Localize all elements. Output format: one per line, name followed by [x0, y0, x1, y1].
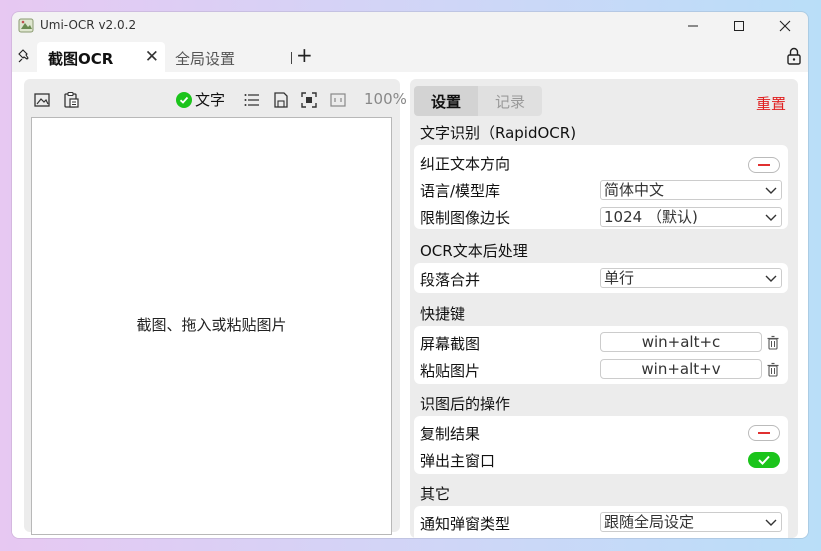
main-content: 文字 100% 截图、拖入或粘贴图片 设置 记录 重置 文字识别（RapidOC… — [12, 72, 808, 538]
app-icon — [18, 18, 34, 33]
select-paragraph-merge-value: 单行 — [604, 269, 635, 287]
chevron-down-icon — [765, 519, 777, 526]
toggle-copy-result[interactable] — [748, 425, 780, 441]
chevron-down-icon — [765, 214, 777, 221]
card-other: 通知弹窗类型 跟随全局设定 — [414, 506, 788, 538]
image-icon[interactable] — [33, 91, 51, 109]
toggle-correct-direction[interactable] — [748, 157, 780, 173]
tab-global-settings[interactable]: 全局设置 — [175, 48, 235, 69]
reset-button[interactable]: 重置 — [756, 93, 786, 114]
card-after-ocr: 复制结果 弹出主窗口 — [414, 416, 788, 474]
section-title-postprocess: OCR文本后处理 — [420, 242, 528, 260]
select-language-value: 简体中文 — [604, 181, 665, 199]
list-icon[interactable] — [243, 91, 261, 109]
close-icon — [779, 20, 791, 32]
row-label-copy-result: 复制结果 — [420, 425, 481, 443]
minimize-icon — [688, 25, 698, 27]
section-title-after-ocr: 识图后的操作 — [420, 395, 511, 413]
hotkey-screenshot-input[interactable]: win+alt+c — [600, 332, 762, 352]
card-postprocess: 段落合并 单行 — [414, 263, 788, 293]
maximize-icon — [734, 21, 744, 31]
minimize-button[interactable] — [670, 12, 716, 40]
lock-icon[interactable] — [786, 47, 802, 65]
screenshot-frame-icon[interactable] — [300, 91, 318, 109]
row-label-image-limit: 限制图像边长 — [420, 209, 511, 227]
row-label-paragraph-merge: 段落合并 — [420, 271, 481, 289]
toggle-popup-window[interactable] — [748, 452, 780, 468]
text-visibility-toggle[interactable]: 文字 — [176, 89, 225, 110]
section-title-other: 其它 — [420, 485, 451, 503]
row-label-screenshot-hotkey: 屏幕截图 — [420, 335, 481, 353]
card-hotkeys: 屏幕截图 win+alt+c 粘贴图片 win+alt+v — [414, 326, 788, 384]
fit-window-icon[interactable] — [329, 91, 347, 109]
image-drop-area[interactable]: 截图、拖入或粘贴图片 — [31, 117, 392, 535]
text-toggle-label: 文字 — [195, 91, 226, 109]
image-panel: 文字 100% 截图、拖入或粘贴图片 — [24, 79, 407, 535]
close-window-button[interactable] — [762, 12, 808, 40]
chevron-down-icon — [765, 187, 777, 194]
row-label-popup-window: 弹出主窗口 — [420, 452, 496, 470]
section-title-hotkeys: 快捷键 — [420, 305, 466, 323]
zoom-level[interactable]: 100% — [364, 90, 407, 108]
tab-divider — [291, 52, 292, 64]
trash-icon[interactable] — [766, 362, 780, 377]
tab-records[interactable]: 记录 — [478, 86, 542, 116]
trash-icon[interactable] — [766, 335, 780, 350]
tab-screenshot-ocr[interactable]: 截图OCR ✕ — [37, 42, 165, 73]
select-notify-type[interactable]: 跟随全局设定 — [600, 512, 782, 532]
row-label-correct-direction: 纠正文本方向 — [420, 155, 511, 173]
select-paragraph-merge[interactable]: 单行 — [600, 268, 782, 288]
tab-settings[interactable]: 设置 — [414, 86, 478, 116]
tab-close-button[interactable]: ✕ — [145, 47, 159, 67]
row-label-language: 语言/模型库 — [420, 182, 501, 200]
add-tab-button[interactable]: + — [296, 43, 313, 67]
settings-panel: 设置 记录 重置 文字识别（RapidOCR) 纠正文本方向 语言/模型库 简体… — [410, 79, 798, 538]
image-hint: 截图、拖入或粘贴图片 — [136, 316, 287, 334]
section-title-ocr: 文字识别（RapidOCR) — [420, 124, 577, 142]
pin-icon[interactable] — [17, 48, 33, 64]
hotkey-paste-input[interactable]: win+alt+v — [600, 359, 762, 379]
check-icon — [176, 91, 192, 108]
select-notify-type-value: 跟随全局设定 — [604, 513, 695, 531]
title-bar: Umi-OCR v2.0.2 — [12, 12, 808, 40]
chevron-down-icon — [765, 275, 777, 282]
select-image-limit-value: 1024 （默认) — [604, 208, 698, 226]
clipboard-icon[interactable] — [62, 91, 80, 109]
window-title: Umi-OCR v2.0.2 — [40, 18, 137, 32]
card-ocr: 纠正文本方向 语言/模型库 简体中文 限制图像边长 1024 （默认) — [414, 145, 788, 229]
maximize-button[interactable] — [716, 12, 762, 40]
select-language[interactable]: 简体中文 — [600, 180, 782, 200]
save-icon[interactable] — [272, 91, 290, 109]
app-window: Umi-OCR v2.0.2 截图OCR ✕ 全局设置 + 文字 100% 截图… — [12, 12, 808, 538]
select-image-limit[interactable]: 1024 （默认) — [600, 207, 782, 227]
tab-label: 截图OCR — [48, 50, 114, 68]
tab-bar: 截图OCR ✕ 全局设置 + — [12, 42, 808, 73]
row-label-paste-hotkey: 粘贴图片 — [420, 362, 481, 380]
check-icon — [758, 455, 770, 465]
panel-switcher: 设置 记录 — [414, 86, 542, 116]
row-label-notify-type: 通知弹窗类型 — [420, 515, 511, 533]
